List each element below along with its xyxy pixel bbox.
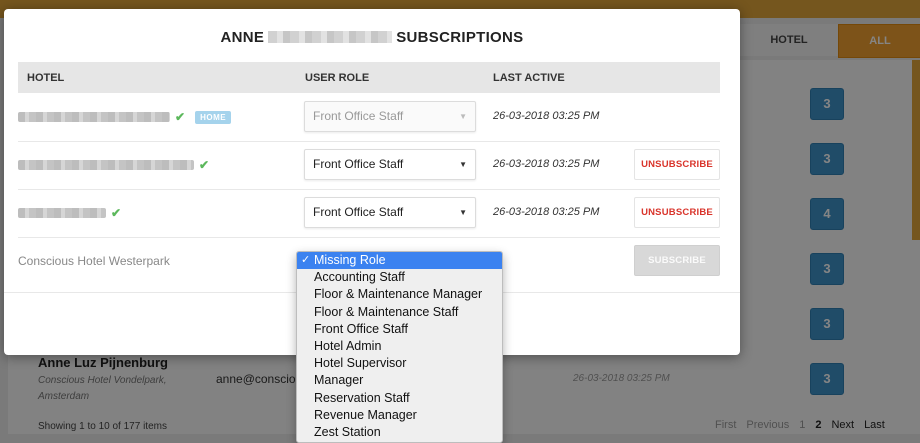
- title-first-name: ANNE: [220, 29, 265, 46]
- dropdown-option[interactable]: Floor & Maintenance Staff: [297, 304, 502, 321]
- dropdown-option-label: Front Office Staff: [314, 321, 409, 336]
- redacted-hotel-name: [18, 112, 170, 122]
- hotel-name: Conscious Hotel Westerpark: [18, 254, 170, 268]
- redacted-hotel-name: [18, 208, 106, 218]
- home-badge: HOME: [195, 110, 232, 124]
- modal-title: ANNE SUBSCRIPTIONS: [4, 29, 740, 46]
- header-last-active: LAST ACTIVE: [493, 72, 565, 84]
- last-active: 26-03-2018 03:25 PM: [493, 158, 600, 170]
- hotel-cell: ✔: [18, 206, 121, 220]
- checkmark-icon: ✓: [301, 254, 311, 266]
- table-row: ✔ Front Office Staff ▼ 26-03-2018 03:25 …: [18, 189, 720, 238]
- chevron-down-icon: ▼: [459, 112, 467, 121]
- table-header: HOTEL USER ROLE LAST ACTIVE: [18, 62, 720, 93]
- dropdown-option-label: Floor & Maintenance Staff: [314, 304, 459, 319]
- check-icon: ✔: [175, 110, 186, 124]
- hotel-cell: ✔ HOME: [18, 110, 232, 124]
- redacted-name: [268, 31, 393, 43]
- role-select-value: Front Office Staff: [313, 205, 404, 219]
- role-select[interactable]: Front Office Staff ▼: [304, 197, 476, 228]
- dropdown-option[interactable]: ✓ Missing Role: [297, 252, 502, 270]
- dropdown-option[interactable]: Reservation Staff: [297, 390, 502, 407]
- role-select-value: Front Office Staff: [313, 109, 404, 123]
- role-select: Front Office Staff ▼: [304, 101, 476, 132]
- title-suffix: SUBSCRIPTIONS: [396, 29, 524, 46]
- dropdown-option[interactable]: Accounting Staff: [297, 269, 502, 286]
- dropdown-option-label: Accounting Staff: [314, 270, 405, 285]
- dropdown-option-label: Hotel Admin: [314, 338, 382, 353]
- chevron-down-icon: ▼: [459, 160, 467, 169]
- header-user-role: USER ROLE: [305, 72, 370, 84]
- dropdown-option[interactable]: Revenue Manager: [297, 407, 502, 424]
- header-hotel: HOTEL: [27, 72, 65, 84]
- check-icon: ✔: [111, 206, 122, 220]
- hotel-cell: ✔: [18, 158, 209, 172]
- dropdown-option-label: Floor & Maintenance Manager: [314, 287, 483, 302]
- check-icon: ✔: [199, 158, 210, 172]
- dropdown-option-label: Reservation Staff: [314, 390, 410, 405]
- dropdown-option-label: Missing Role: [314, 253, 386, 267]
- dropdown-option-label: Manager: [314, 373, 364, 388]
- unsubscribe-button[interactable]: UNSUBSCRIBE: [634, 149, 720, 180]
- dropdown-option-label: Hotel Supervisor: [314, 356, 407, 371]
- dropdown-option[interactable]: Manager: [297, 372, 502, 389]
- subscribe-button[interactable]: SUBSCRIBE: [634, 245, 720, 276]
- dropdown-option[interactable]: Front Office Staff: [297, 321, 502, 338]
- dropdown-option[interactable]: Hotel Admin: [297, 338, 502, 355]
- table-row: ✔ HOME Front Office Staff ▼ 26-03-2018 0…: [18, 93, 720, 142]
- last-active: 26-03-2018 03:25 PM: [493, 110, 600, 122]
- dropdown-option[interactable]: Floor & Maintenance Manager: [297, 286, 502, 303]
- role-select[interactable]: Front Office Staff ▼: [304, 149, 476, 180]
- role-dropdown-list[interactable]: ✓ Missing Role Accounting Staff Floor & Mai…: [296, 251, 503, 443]
- role-select-value: Front Office Staff: [313, 157, 404, 171]
- dropdown-option[interactable]: Hotel Supervisor: [297, 355, 502, 372]
- unsubscribe-button[interactable]: UNSUBSCRIBE: [634, 197, 720, 228]
- dropdown-option-label: Revenue Manager: [314, 407, 417, 422]
- dropdown-option-label: Zest Station: [314, 424, 381, 439]
- redacted-hotel-name: [18, 160, 194, 170]
- table-row: ✔ Front Office Staff ▼ 26-03-2018 03:25 …: [18, 141, 720, 190]
- dropdown-option[interactable]: Zest Station: [297, 424, 502, 441]
- last-active: 26-03-2018 03:25 PM: [493, 206, 600, 218]
- chevron-down-icon: ▼: [459, 208, 467, 217]
